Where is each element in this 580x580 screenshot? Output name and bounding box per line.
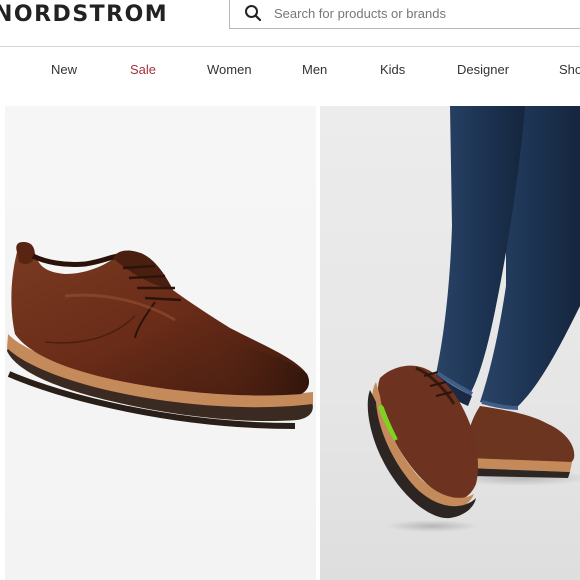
search-input[interactable] [274, 3, 564, 23]
brand-logo[interactable]: NORDSTROM [0, 2, 168, 27]
nav-item-kids[interactable]: Kids [380, 62, 405, 77]
nav-item-shop[interactable]: Sho [559, 62, 580, 77]
product-image-worn[interactable] [320, 106, 580, 580]
search-icon[interactable] [244, 4, 262, 22]
worn-shoe-illustration [367, 106, 580, 532]
nav-item-men[interactable]: Men [302, 62, 327, 77]
nav-item-women[interactable]: Women [207, 62, 252, 77]
site-header: NORDSTROM [0, 0, 580, 47]
nav-item-designer[interactable]: Designer [457, 62, 509, 77]
product-image-side[interactable] [5, 106, 316, 580]
nav-item-sale[interactable]: Sale [130, 62, 156, 77]
search-bar[interactable] [229, 0, 580, 29]
shoe-side-illustration [7, 242, 313, 429]
main-nav: New Sale Women Men Kids Designer Sho [0, 47, 580, 93]
nav-item-new[interactable]: New [51, 62, 77, 77]
